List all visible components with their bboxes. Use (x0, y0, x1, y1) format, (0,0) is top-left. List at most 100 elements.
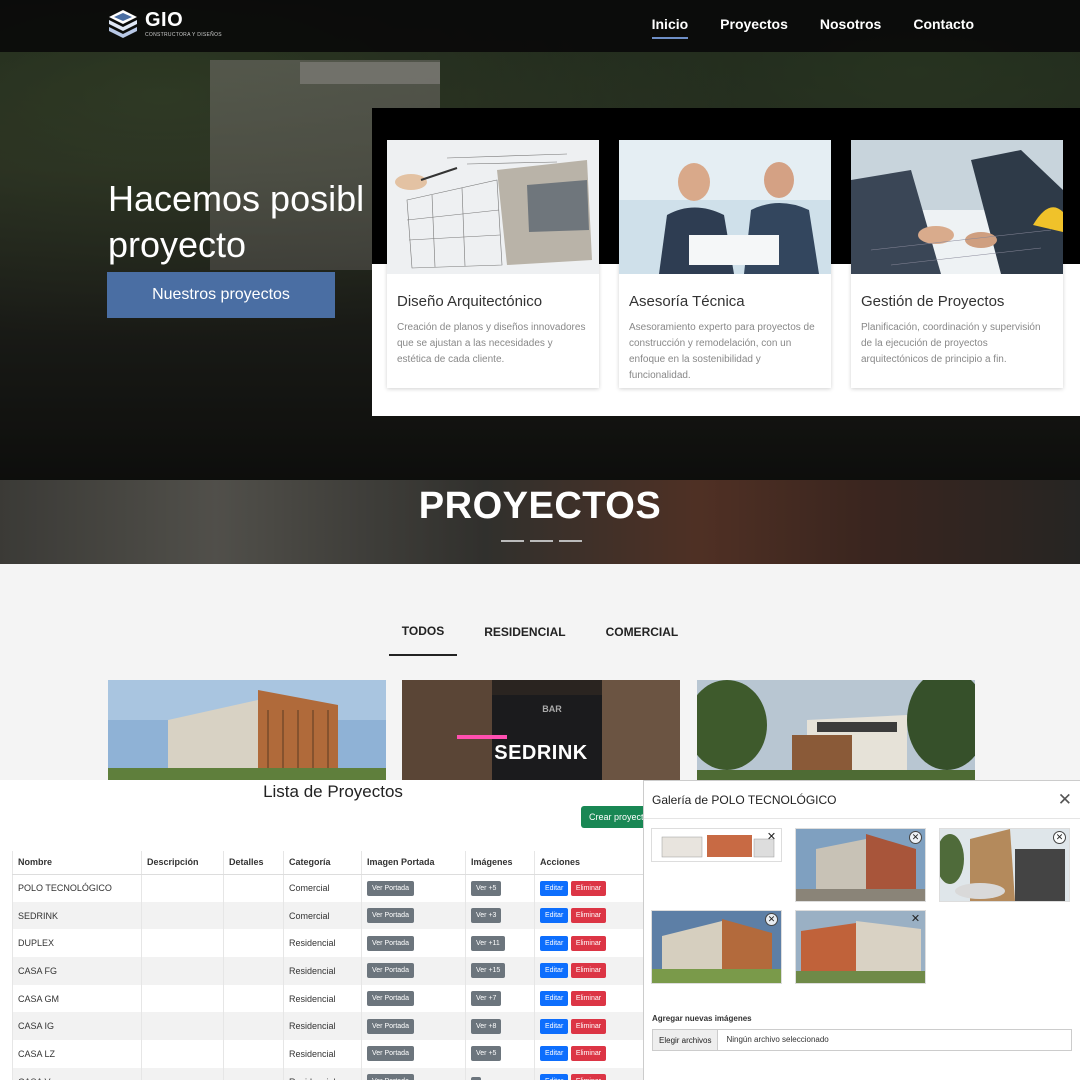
col-imagenes: Imágenes (465, 851, 535, 875)
cell-actions: Editar Eliminar (534, 1012, 652, 1041)
edit-button[interactable]: Editar (540, 991, 569, 1007)
filter-residencial[interactable]: RESIDENCIAL (471, 622, 578, 656)
nav-contacto[interactable]: Contacto (913, 16, 974, 39)
delete-button[interactable]: Eliminar (570, 908, 607, 924)
view-cover-button[interactable]: Ver Portada (367, 1074, 414, 1080)
table-row: POLO TECNOLÓGICO Comercial Ver Portada Ver … (12, 874, 652, 902)
choose-files-button[interactable]: Elegir archivos (653, 1030, 719, 1050)
project-list-admin: Lista de Proyectos Crear proyecto Nombre… (0, 780, 652, 1080)
gallery-image-1[interactable]: ✕ (651, 828, 782, 862)
nav-proyectos[interactable]: Proyectos (720, 16, 788, 39)
file-input[interactable]: Elegir archivos Ningún archivo seleccion… (652, 1029, 1072, 1051)
project-filters: TODOS RESIDENCIAL COMERCIAL (0, 622, 1080, 656)
view-images-button[interactable]: Ver +7 (471, 991, 502, 1007)
hero-title-line2: proyecto (108, 224, 247, 265)
edit-button[interactable]: Editar (540, 935, 569, 951)
cell-description (141, 1067, 224, 1080)
brand-logo[interactable]: GIO CONSTRUCTORA Y DISEÑOS (107, 8, 222, 40)
delete-button[interactable]: Eliminar (570, 991, 607, 1007)
col-nombre: Nombre (12, 851, 142, 875)
delete-button[interactable]: Eliminar (570, 1046, 607, 1062)
remove-image-icon[interactable]: ✕ (765, 831, 778, 844)
view-images-button[interactable] (471, 1076, 481, 1080)
service-card-asesoria[interactable]: Asesoría Técnica Asesoramiento experto p… (619, 140, 831, 388)
edit-button[interactable]: Editar (540, 908, 569, 924)
cell-description (141, 874, 224, 902)
project-tile-sedrink[interactable]: BAR SEDRINK (402, 680, 680, 780)
view-cover-button[interactable]: Ver Portada (367, 880, 414, 896)
view-cover-button[interactable]: Ver Portada (367, 991, 414, 1007)
view-cover-button[interactable]: Ver Portada (367, 1018, 414, 1034)
edit-button[interactable]: Editar (540, 1018, 569, 1034)
cell-details (223, 984, 284, 1013)
delete-button[interactable]: Eliminar (570, 963, 607, 979)
view-images-button[interactable]: Ver +5 (471, 1046, 502, 1062)
view-cover-button[interactable]: Ver Portada (367, 1046, 414, 1062)
cell-category: Comercial (283, 901, 362, 930)
edit-button[interactable]: Editar (540, 963, 569, 979)
view-images-button[interactable]: Ver +15 (471, 963, 506, 979)
cell-category: Residencial (283, 1067, 362, 1080)
view-images-button[interactable]: Ver +5 (471, 880, 502, 896)
services-panel: Diseño Arquitectónico Creación de planos… (372, 108, 1080, 416)
remove-image-icon[interactable]: ✕ (1053, 831, 1066, 844)
cell-category: Residencial (283, 1040, 362, 1068)
cell-name: SEDRINK (12, 901, 142, 930)
cell-category: Residencial (283, 984, 362, 1013)
gallery-thumb (796, 911, 925, 983)
cell-images: Ver +11 (465, 929, 535, 958)
table-row: DUPLEX Residencial Ver Portada Ver +11 Edita… (12, 929, 652, 958)
cell-name: CASA FG (12, 957, 142, 985)
cell-images (465, 1067, 535, 1080)
edit-button[interactable]: Editar (540, 880, 569, 896)
hero-cta-button[interactable]: Nuestros proyectos (107, 272, 335, 318)
cell-images: Ver +5 (465, 1040, 535, 1068)
edit-button[interactable]: Editar (540, 1074, 569, 1080)
remove-image-icon[interactable]: ✕ (909, 913, 922, 926)
remove-image-icon[interactable]: ✕ (909, 831, 922, 844)
projects-table: Nombre Descripción Detalles Categoría Im… (12, 851, 652, 1080)
nav-nosotros[interactable]: Nosotros (820, 16, 881, 39)
view-images-button[interactable]: Ver +8 (471, 1018, 502, 1034)
delete-button[interactable]: Eliminar (570, 1074, 607, 1080)
service-title: Asesoría Técnica (629, 293, 745, 310)
navbar: GIO CONSTRUCTORA Y DISEÑOS Inicio Proyec… (0, 0, 1080, 52)
edit-button[interactable]: Editar (540, 1046, 569, 1062)
delete-button[interactable]: Eliminar (570, 935, 607, 951)
close-icon[interactable]: ✕ (1058, 790, 1072, 810)
col-categoria: Categoría (283, 851, 362, 875)
filter-comercial[interactable]: COMERCIAL (593, 622, 692, 656)
hero-title: Hacemos posibl proyecto (108, 176, 373, 268)
project-image-building (108, 680, 386, 780)
view-images-button[interactable]: Ver +3 (471, 908, 502, 924)
gallery-image-3[interactable]: ✕ (936, 828, 1070, 902)
cell-name: CASA IG (12, 1012, 142, 1041)
gallery-image-2[interactable]: ✕ (795, 828, 926, 902)
nav-inicio[interactable]: Inicio (651, 16, 689, 39)
project-tile-polo[interactable] (108, 680, 386, 780)
cell-details (223, 1067, 284, 1080)
col-imagen-portada: Imagen Portada (361, 851, 466, 875)
view-cover-button[interactable]: Ver Portada (367, 935, 414, 951)
view-cover-button[interactable]: Ver Portada (367, 963, 414, 979)
logo-cube-icon (109, 10, 137, 38)
delete-button[interactable]: Eliminar (570, 1018, 607, 1034)
hero-title-line1: Hacemos posibl (108, 178, 365, 219)
project-tile-residence[interactable] (697, 680, 975, 780)
remove-image-icon[interactable]: ✕ (765, 913, 778, 926)
table-row: SEDRINK Comercial Ver Portada Ver +3 Editar … (12, 901, 652, 930)
filter-todos[interactable]: TODOS (388, 622, 458, 656)
cell-cover: Ver Portada (361, 984, 466, 1013)
cell-category: Residencial (283, 957, 362, 985)
gallery-image-5[interactable]: ✕ (795, 910, 926, 984)
gallery-image-4[interactable]: ✕ (651, 910, 782, 984)
view-cover-button[interactable]: Ver Portada (367, 908, 414, 924)
delete-button[interactable]: Eliminar (570, 880, 607, 896)
create-project-button[interactable]: Crear proyecto (581, 806, 651, 828)
view-images-button[interactable]: Ver +11 (471, 935, 505, 951)
cell-description (141, 1040, 224, 1068)
gallery-thumb (652, 829, 781, 861)
service-card-gestion[interactable]: Gestión de Proyectos Planificación, coor… (851, 140, 1063, 388)
service-text: Planificación, coordinación y supervisió… (861, 322, 1041, 365)
service-card-diseno[interactable]: Diseño Arquitectónico Creación de planos… (387, 140, 599, 388)
